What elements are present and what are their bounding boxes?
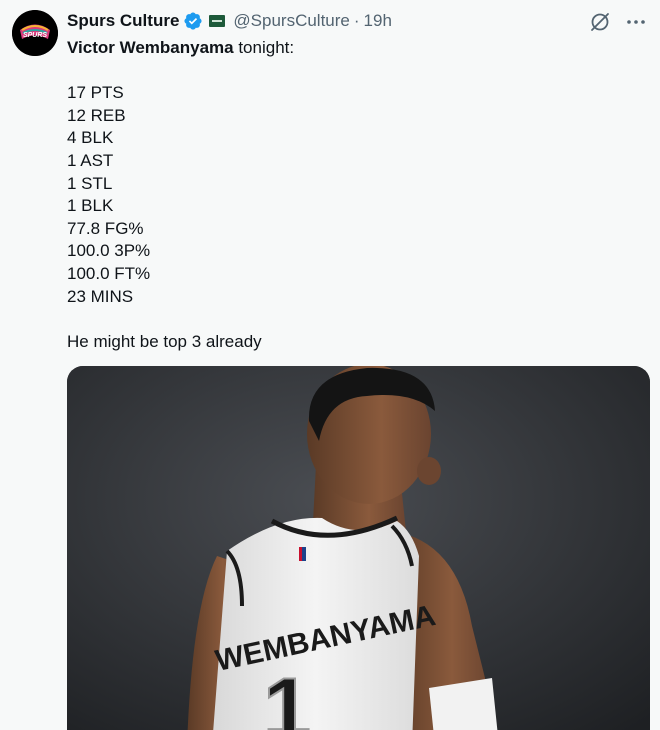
tweet-media-photo[interactable]: WEMBANYAMA 1 [67, 366, 650, 730]
tweet-line: 23 MINS [67, 286, 134, 306]
separator-dot: · [353, 11, 360, 30]
tweet-line: 12 REB [67, 105, 126, 125]
tweet-line: 77.8 FG% [67, 218, 144, 238]
mention-name[interactable]: Victor Wembanyama [67, 38, 234, 57]
tweet-top-actions [588, 10, 648, 34]
tweet-header: Spurs Culture @SpursCulture · 19h [67, 10, 392, 32]
tweet-line: Victor Wembanyama tonight: [67, 37, 637, 60]
affiliate-badge-icon[interactable] [209, 15, 226, 27]
tweet-line: 100.0 FT% [67, 263, 151, 283]
timestamp[interactable]: 19h [364, 10, 392, 32]
display-name[interactable]: Spurs Culture [67, 10, 179, 32]
tweet-line: 100.0 3P% [67, 241, 151, 261]
tweet-line: 4 BLK [67, 128, 114, 148]
tweet-card[interactable]: SPURS Spurs Culture @SpursCulture · 19h … [0, 0, 660, 730]
player-photo: WEMBANYAMA 1 [67, 366, 650, 730]
tweet-line: 17 PTS [67, 83, 124, 103]
tweet-line [67, 60, 637, 83]
jersey-number-text: 1 [263, 661, 311, 730]
tweet-line: He might be top 3 already [67, 331, 262, 351]
tweet-line: 1 STL [67, 173, 113, 193]
tweet-line: 1 AST [67, 150, 114, 170]
avatar[interactable]: SPURS [12, 10, 58, 56]
user-handle[interactable]: @SpursCulture [233, 10, 349, 32]
more-icon[interactable] [624, 10, 648, 34]
tweet-line [67, 308, 637, 331]
spurs-logo-icon: SPURS [12, 10, 58, 56]
tweet-line-text: tonight: [233, 38, 295, 57]
tweet-text: Victor Wembanyama tonight: 17 PTS 12 REB… [67, 37, 637, 353]
grok-icon[interactable] [588, 10, 612, 34]
verified-badge-icon[interactable] [183, 11, 203, 31]
tweet-line: 1 BLK [67, 196, 114, 216]
avatar-logo-text: SPURS [23, 32, 47, 39]
